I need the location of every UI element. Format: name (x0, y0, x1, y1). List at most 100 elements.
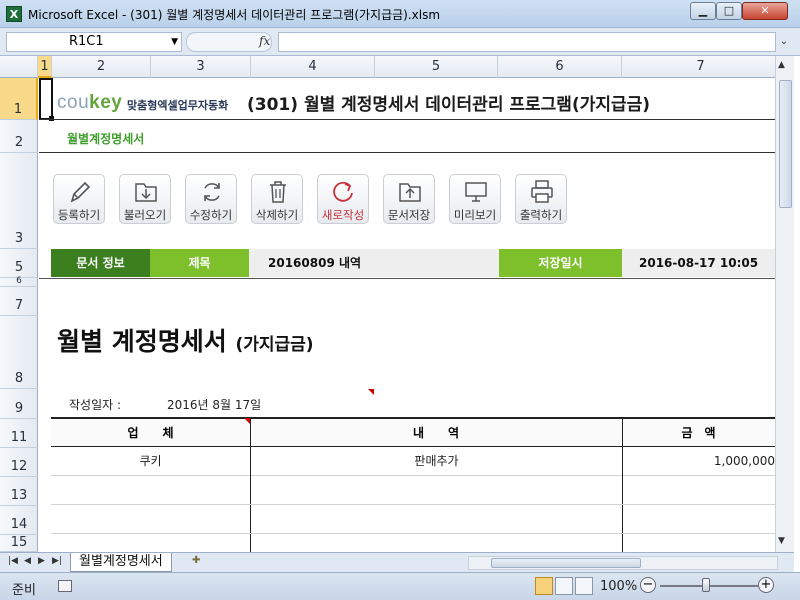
row-header[interactable]: 6 (0, 276, 38, 287)
date-value[interactable]: 2016년 8월 17일 (167, 396, 261, 413)
folder-download-icon (135, 183, 157, 202)
subject-label: 제목 (150, 249, 249, 277)
doc-info-label: 문서 정보 (51, 249, 150, 277)
page-break-icon[interactable] (575, 577, 593, 595)
prev-sheet-icon[interactable]: ◀ (24, 556, 31, 566)
row-headers: 1 2 3 5 6 7 8 9 11 12 13 14 15 (0, 78, 38, 552)
save-button[interactable]: 문서저장 (383, 174, 435, 224)
table-row[interactable] (51, 505, 775, 534)
row-header[interactable]: 9 (0, 389, 38, 419)
table-cell-company[interactable]: 쿠키 (51, 447, 250, 476)
zoom-in-icon[interactable]: + (758, 577, 774, 593)
row-header[interactable]: 8 (0, 316, 38, 389)
column-header[interactable]: 6 (498, 56, 622, 78)
row-header[interactable]: 2 (0, 120, 38, 153)
saved-date-label: 저장일시 (499, 249, 622, 277)
formula-controls[interactable]: fx (186, 32, 272, 52)
select-all-corner[interactable] (0, 56, 38, 78)
document-title-sub: (가지급금) (235, 335, 314, 355)
next-sheet-icon[interactable]: ▶ (38, 556, 45, 566)
col-header-company: 업 체 (51, 417, 250, 447)
col-header-description: 내 역 (250, 417, 622, 447)
delete-button[interactable]: 삭제하기 (251, 174, 303, 224)
status-bar: 준비 100% − + (0, 572, 800, 600)
sheet-tab-active[interactable]: 월별계정명세서 (70, 553, 172, 572)
row-header[interactable]: 13 (0, 477, 38, 506)
first-sheet-icon[interactable]: |◀ (8, 556, 18, 566)
document-title: 월별 계정명세서 (가지급금) (57, 322, 314, 358)
scroll-thumb[interactable] (779, 80, 792, 208)
divider (39, 152, 775, 153)
subject-value[interactable]: 20160809 내역 (268, 249, 361, 277)
logo-accent: key (89, 92, 123, 113)
table-cell-description[interactable]: 판매추가 (251, 447, 622, 476)
horizontal-scrollbar[interactable] (468, 556, 778, 570)
vertical-scrollbar[interactable]: ▲ ▼ (775, 56, 794, 552)
table-cell-amount[interactable]: 1,000,000 (623, 447, 775, 476)
column-header[interactable]: 2 (52, 56, 151, 78)
column-header[interactable]: 7 (622, 56, 780, 78)
monitor-icon (465, 182, 487, 202)
new-document-label: 새로작성 (321, 208, 365, 222)
formula-input[interactable] (278, 32, 776, 52)
minimize-button[interactable]: ▁ (690, 2, 716, 20)
page-layout-icon[interactable] (555, 577, 573, 595)
row-header[interactable]: 12 (0, 448, 38, 477)
selected-cell[interactable] (39, 78, 53, 120)
name-box[interactable]: R1C1 ▼ (6, 32, 182, 52)
column-header[interactable]: 1 (38, 56, 52, 78)
chevron-down-icon[interactable]: ⌄ (777, 32, 791, 52)
scroll-down-icon[interactable]: ▼ (778, 536, 785, 546)
column-header[interactable]: 3 (151, 56, 251, 78)
new-sheet-icon[interactable]: ✚ (192, 555, 210, 570)
maximize-button[interactable]: □ (716, 2, 742, 20)
last-sheet-icon[interactable]: ▶| (52, 556, 62, 566)
table-row[interactable] (51, 476, 775, 505)
sheet-label: 월별계정명세서 (67, 132, 145, 146)
trash-icon (270, 181, 286, 203)
coukey-logo: coukey (57, 92, 123, 113)
edit-button[interactable]: 수정하기 (185, 174, 237, 224)
close-button[interactable]: ✕ (742, 2, 788, 20)
new-document-button[interactable]: 새로작성 (317, 174, 369, 224)
zoom-level[interactable]: 100% (600, 579, 637, 594)
load-label: 불러오기 (123, 208, 167, 222)
document-title-main: 월별 계정명세서 (57, 327, 227, 356)
name-box-value: R1C1 (69, 34, 104, 49)
row-header[interactable]: 14 (0, 506, 38, 535)
register-button[interactable]: 등록하기 (53, 174, 105, 224)
preview-button[interactable]: 미리보기 (449, 174, 501, 224)
folder-upload-icon (399, 183, 421, 202)
worksheet-area[interactable]: coukey 맞춤형엑셀업무자동화 (301) 월별 계정명세서 데이터관리 프… (39, 78, 775, 552)
chevron-down-icon[interactable]: ▼ (171, 33, 178, 51)
load-button[interactable]: 불러오기 (119, 174, 171, 224)
scroll-thumb[interactable] (491, 558, 641, 568)
zoom-out-icon[interactable]: − (640, 577, 656, 593)
print-label: 출력하기 (519, 208, 563, 222)
row-header[interactable]: 7 (0, 287, 38, 316)
column-header[interactable]: 4 (251, 56, 375, 78)
row-header[interactable]: 11 (0, 419, 38, 448)
saved-date-value[interactable]: 2016-08-17 10:05 (639, 249, 758, 277)
save-label: 문서저장 (387, 208, 431, 222)
logo-tagline: 맞춤형엑셀업무자동화 (127, 99, 229, 112)
row-header[interactable]: 5 (0, 249, 38, 278)
scroll-up-icon[interactable]: ▲ (778, 60, 785, 70)
zoom-slider-thumb[interactable] (702, 578, 710, 592)
excel-app-icon[interactable]: X (6, 6, 22, 22)
edit-label: 수정하기 (189, 208, 233, 222)
macro-record-icon[interactable] (58, 580, 72, 592)
preview-label: 미리보기 (453, 208, 497, 222)
sheet-tab-bar: |◀ ◀ ▶ ▶| 월별계정명세서 ✚ (0, 552, 794, 572)
print-button[interactable]: 출력하기 (515, 174, 567, 224)
comment-indicator[interactable] (368, 389, 374, 395)
column-header[interactable]: 5 (375, 56, 498, 78)
table-row[interactable] (51, 534, 775, 552)
refresh-icon (204, 183, 220, 201)
normal-view-icon[interactable] (535, 577, 553, 595)
row-header[interactable]: 15 (0, 535, 38, 552)
row-header[interactable]: 3 (0, 153, 38, 249)
row-header[interactable]: 1 (0, 78, 38, 120)
fx-label[interactable]: fx (259, 34, 270, 48)
window-title: Microsoft Excel - (301) 월별 계정명세서 데이터관리 프… (28, 8, 441, 22)
